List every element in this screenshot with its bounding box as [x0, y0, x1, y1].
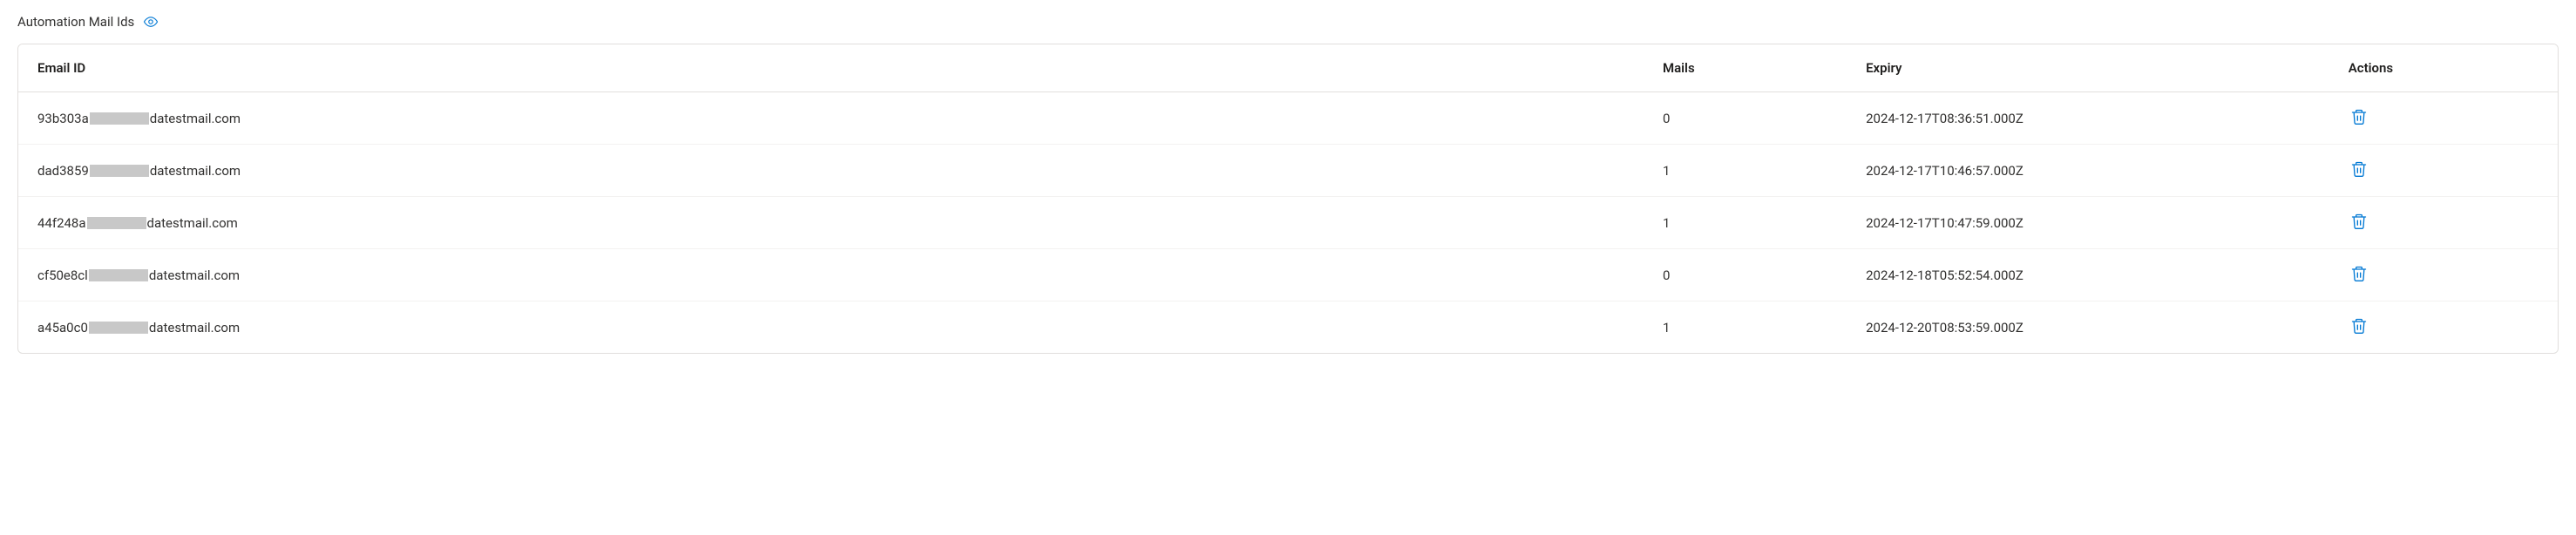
header-email: Email ID: [18, 44, 1644, 92]
delete-button[interactable]: [2349, 315, 2369, 339]
delete-button[interactable]: [2349, 159, 2369, 182]
table-row: a45a0c0 datestmail.com 12024-12-20T08:53:5…: [18, 301, 2558, 354]
delete-button[interactable]: [2349, 106, 2369, 130]
header-mails: Mails: [1644, 44, 1847, 92]
trash-icon: [2350, 160, 2368, 180]
table-row: dad3859 datestmail.com 12024-12-17T10:46:5…: [18, 145, 2558, 197]
email-redacted-block: [89, 269, 148, 281]
mail-ids-table-container: Email ID Mails Expiry Actions 93b303a dat…: [17, 44, 2559, 354]
email-prefix: a45a0c0: [37, 320, 88, 335]
email-suffix: datestmail.com: [149, 268, 240, 283]
table-row: 44f248a datestmail.com 12024-12-17T10:47:5…: [18, 197, 2558, 249]
trash-icon: [2350, 108, 2368, 128]
cell-mails: 1: [1644, 197, 1847, 249]
email-suffix: datestmail.com: [150, 163, 241, 179]
cell-actions: [2329, 301, 2558, 354]
trash-icon: [2350, 317, 2368, 337]
mail-ids-table: Email ID Mails Expiry Actions 93b303a dat…: [18, 44, 2558, 353]
cell-mails: 1: [1644, 145, 1847, 197]
cell-email: 93b303a datestmail.com: [18, 92, 1644, 145]
cell-actions: [2329, 92, 2558, 145]
cell-expiry: 2024-12-17T08:36:51.000Z: [1847, 92, 2329, 145]
trash-icon: [2350, 265, 2368, 285]
cell-expiry: 2024-12-17T10:46:57.000Z: [1847, 145, 2329, 197]
cell-mails: 0: [1644, 92, 1847, 145]
email-prefix: cf50e8cl: [37, 268, 88, 283]
email-redacted-block: [90, 112, 149, 125]
section-title: Automation Mail Ids: [17, 14, 134, 30]
cell-expiry: 2024-12-20T08:53:59.000Z: [1847, 301, 2329, 354]
email-prefix: 44f248a: [37, 215, 86, 231]
cell-expiry: 2024-12-17T10:47:59.000Z: [1847, 197, 2329, 249]
cell-actions: [2329, 145, 2558, 197]
cell-email: a45a0c0 datestmail.com: [18, 301, 1644, 354]
cell-email: dad3859 datestmail.com: [18, 145, 1644, 197]
table-row: cf50e8cl datestmail.com 02024-12-18T05:52:…: [18, 249, 2558, 301]
email-suffix: datestmail.com: [150, 111, 241, 126]
cell-actions: [2329, 249, 2558, 301]
cell-email: 44f248a datestmail.com: [18, 197, 1644, 249]
cell-mails: 1: [1644, 301, 1847, 354]
email-suffix: datestmail.com: [149, 320, 240, 335]
email-redacted-block: [90, 165, 149, 177]
delete-button[interactable]: [2349, 263, 2369, 287]
delete-button[interactable]: [2349, 211, 2369, 234]
email-prefix: dad3859: [37, 163, 89, 179]
cell-expiry: 2024-12-18T05:52:54.000Z: [1847, 249, 2329, 301]
visibility-icon[interactable]: [143, 14, 159, 30]
section-header: Automation Mail Ids: [17, 14, 2559, 30]
table-row: 93b303a datestmail.com 02024-12-17T08:36:5…: [18, 92, 2558, 145]
header-expiry: Expiry: [1847, 44, 2329, 92]
email-redacted-block: [87, 217, 146, 229]
cell-email: cf50e8cl datestmail.com: [18, 249, 1644, 301]
cell-actions: [2329, 197, 2558, 249]
trash-icon: [2350, 213, 2368, 233]
cell-mails: 0: [1644, 249, 1847, 301]
email-prefix: 93b303a: [37, 111, 89, 126]
email-suffix: datestmail.com: [147, 215, 238, 231]
email-redacted-block: [89, 322, 148, 334]
header-actions: Actions: [2329, 44, 2558, 92]
table-header-row: Email ID Mails Expiry Actions: [18, 44, 2558, 92]
